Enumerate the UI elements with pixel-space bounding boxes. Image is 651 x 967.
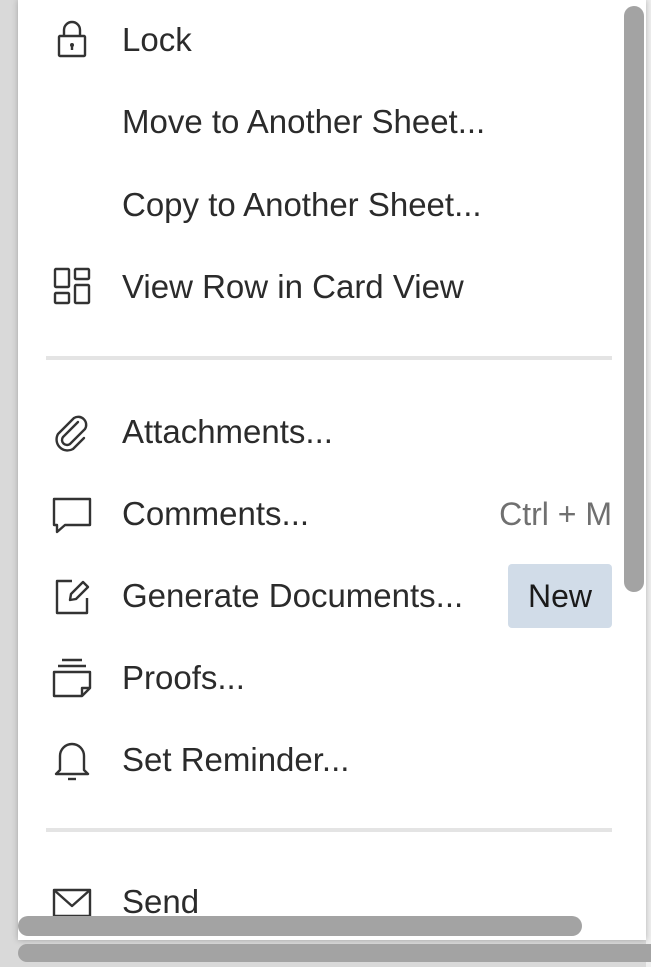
paperclip-icon [48, 408, 96, 456]
menu-item-label: Copy to Another Sheet... [122, 186, 482, 223]
row-context-menu: Lock Move to Another Sheet... Copy to An… [18, 0, 646, 940]
edit-document-icon [48, 572, 96, 620]
menu-item-generate-documents[interactable]: Generate Documents... New [18, 564, 618, 628]
menu-item-label: Attachments... [122, 413, 333, 450]
menu-item-label: Generate Documents... [122, 577, 464, 614]
menu-item-copy-to-sheet[interactable]: Copy to Another Sheet... [18, 175, 618, 235]
bell-icon [48, 736, 96, 784]
menu-item-label: Proofs... [122, 659, 245, 696]
comment-icon [48, 490, 96, 538]
menu-item-move-to-sheet[interactable]: Move to Another Sheet... [18, 92, 618, 152]
menu-item-label: Move to Another Sheet... [122, 103, 486, 140]
card-view-icon [48, 263, 96, 311]
menu-item-proofs[interactable]: Proofs... [18, 648, 618, 708]
menu-item-comments[interactable]: Comments... Ctrl + M [18, 484, 618, 544]
menu-item-label: Set Reminder... [122, 741, 350, 778]
menu-item-lock[interactable]: Lock [18, 10, 618, 70]
menu-item-card-view[interactable]: View Row in Card View [18, 257, 618, 317]
menu-divider [46, 356, 612, 360]
window-edge [646, 0, 651, 967]
lock-icon [48, 16, 96, 64]
menu-item-label: Comments... [122, 495, 310, 532]
menu-item-label: Lock [122, 21, 192, 58]
menu-item-set-reminder[interactable]: Set Reminder... [18, 730, 618, 790]
proofs-icon [48, 654, 96, 702]
menu-divider [46, 828, 612, 832]
outer-horizontal-scrollbar[interactable] [18, 944, 651, 962]
new-badge: New [508, 564, 612, 628]
menu-item-label: View Row in Card View [122, 268, 464, 305]
menu-item-attachments[interactable]: Attachments... [18, 402, 618, 462]
vertical-scrollbar[interactable] [624, 6, 644, 592]
horizontal-scrollbar[interactable] [18, 916, 582, 936]
keyboard-shortcut: Ctrl + M [499, 495, 612, 532]
